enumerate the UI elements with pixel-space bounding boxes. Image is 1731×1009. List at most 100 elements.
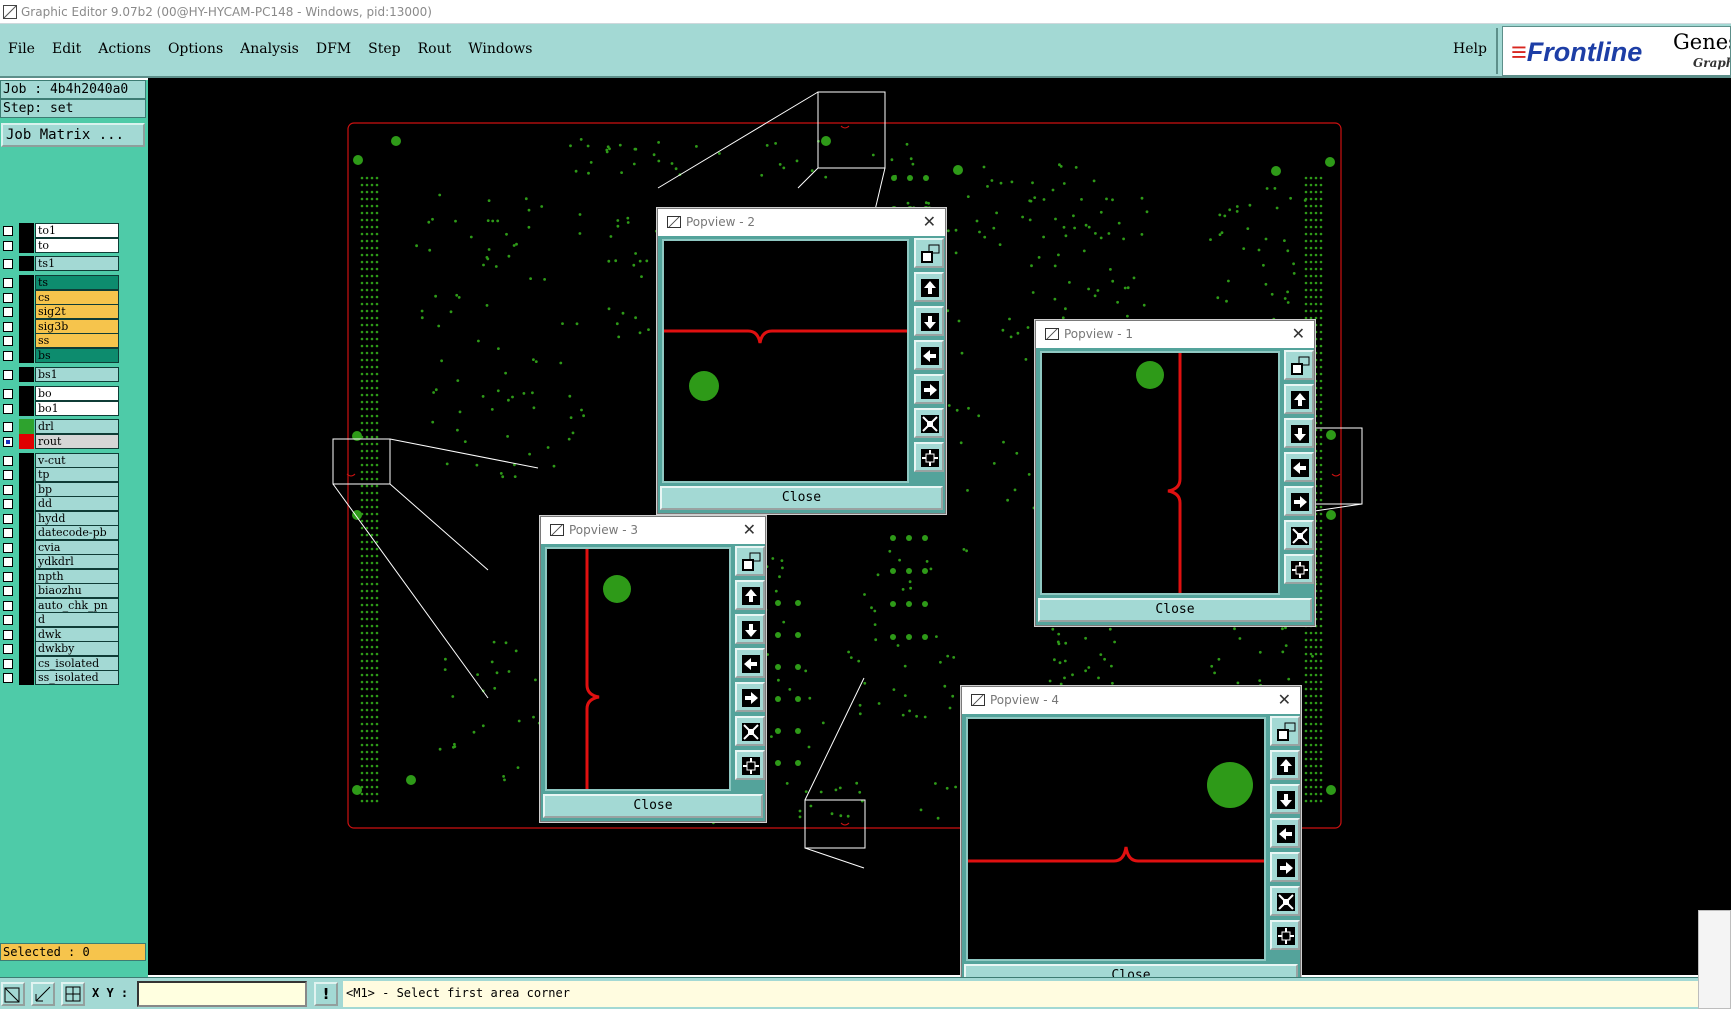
layer-color-swatch[interactable] [19, 333, 34, 348]
popview-2-titlebar[interactable]: Popview - 2 ✕ [658, 209, 945, 236]
layer-checkbox[interactable] [3, 404, 13, 414]
menu-windows[interactable]: Windows [468, 41, 532, 57]
layer-checkbox[interactable] [3, 422, 13, 432]
menu-actions[interactable]: Actions [98, 41, 151, 57]
layer-checkbox[interactable] [3, 259, 13, 269]
layer-color-swatch[interactable] [19, 275, 34, 290]
zoom-fit-button[interactable] [914, 238, 944, 268]
arrow-right-button[interactable] [735, 682, 765, 712]
layer-row-bp[interactable]: bp [1, 482, 119, 497]
layer-name[interactable]: hydd [35, 511, 119, 526]
layer-checkbox[interactable] [3, 514, 13, 524]
menu-help[interactable]: Help [1453, 41, 1487, 57]
layer-name[interactable]: datecode-pb [35, 525, 119, 540]
layer-name[interactable]: bs1 [35, 367, 119, 382]
layer-color-swatch[interactable] [19, 419, 34, 434]
layer-checkbox[interactable] [3, 351, 13, 361]
arrow-up-button[interactable] [1270, 750, 1300, 780]
zoom-in-button[interactable] [1270, 886, 1300, 916]
layer-row-npth[interactable]: npth [1, 569, 119, 584]
layer-name[interactable]: to1 [35, 223, 119, 238]
measure-button[interactable] [31, 982, 55, 1006]
arrow-up-button[interactable] [1284, 384, 1314, 414]
close-icon[interactable]: ✕ [1278, 690, 1291, 709]
layer-row-dd[interactable]: dd [1, 496, 119, 511]
menu-dfm[interactable]: DFM [316, 41, 351, 57]
layer-row-to[interactable]: to [1, 238, 119, 253]
layer-color-swatch[interactable] [19, 554, 34, 569]
layer-name[interactable]: drl [35, 419, 119, 434]
layer-color-swatch[interactable] [19, 290, 34, 305]
layer-row-auto_chk_pn[interactable]: auto_chk_pn [1, 598, 119, 613]
layer-checkbox[interactable] [3, 278, 13, 288]
layer-row-ss[interactable]: ss [1, 333, 119, 348]
layer-checkbox[interactable] [3, 601, 13, 611]
layer-name[interactable]: dwk [35, 627, 119, 642]
arrow-left-button[interactable] [1270, 818, 1300, 848]
layer-color-swatch[interactable] [19, 598, 34, 613]
zoom-out-button[interactable] [1284, 554, 1314, 584]
popview-3-close-button[interactable]: Close [543, 794, 763, 818]
layer-checkbox[interactable] [3, 630, 13, 640]
layer-row-bs[interactable]: bs [1, 348, 119, 363]
layer-checkbox[interactable] [3, 572, 13, 582]
layer-color-swatch[interactable] [19, 319, 34, 334]
layer-row-dwkby[interactable]: dwkby [1, 641, 119, 656]
arrow-right-button[interactable] [914, 374, 944, 404]
layer-name[interactable]: ts [35, 275, 119, 290]
layer-row-ydkdrl[interactable]: ydkdrl [1, 554, 119, 569]
layer-name[interactable]: dd [35, 496, 119, 511]
arrow-down-button[interactable] [1284, 418, 1314, 448]
layer-color-swatch[interactable] [19, 367, 34, 382]
layer-checkbox[interactable] [3, 485, 13, 495]
menu-step[interactable]: Step [368, 41, 400, 57]
layer-row-dwk[interactable]: dwk [1, 627, 119, 642]
layer-name[interactable]: tp [35, 467, 119, 482]
layer-checkbox[interactable] [3, 644, 13, 654]
popview-1-view[interactable] [1040, 351, 1280, 595]
layer-name[interactable]: ydkdrl [35, 554, 119, 569]
layer-checkbox[interactable] [3, 499, 13, 509]
grid-button[interactable] [61, 982, 85, 1006]
layer-row-bo1[interactable]: bo1 [1, 401, 119, 416]
layer-checkbox[interactable] [3, 528, 13, 538]
popview-2-close-button[interactable]: Close [660, 486, 943, 510]
layer-checkbox[interactable] [3, 293, 13, 303]
popview-3-window[interactable]: Popview - 3 ✕ Close [540, 516, 766, 822]
layer-row-ss_isolated[interactable]: ss_isolated [1, 670, 119, 685]
layer-color-swatch[interactable] [19, 627, 34, 642]
warning-button[interactable]: ! [314, 982, 338, 1006]
arrow-down-button[interactable] [735, 614, 765, 644]
arrow-down-button[interactable] [914, 306, 944, 336]
layer-name[interactable]: bp [35, 482, 119, 497]
popview-4-titlebar[interactable]: Popview - 4 ✕ [962, 687, 1300, 714]
layer-row-bs1[interactable]: bs1 [1, 367, 119, 382]
layer-row-biaozhu[interactable]: biaozhu [1, 583, 119, 598]
job-matrix-button[interactable]: Job Matrix ... [1, 123, 145, 147]
layer-color-swatch[interactable] [19, 656, 34, 671]
layer-row-cs[interactable]: cs [1, 290, 119, 305]
layer-color-swatch[interactable] [19, 612, 34, 627]
layer-checkbox[interactable] [3, 370, 13, 380]
layer-row-bo[interactable]: bo [1, 386, 119, 401]
layer-color-swatch[interactable] [19, 348, 34, 363]
layer-row-sig3b[interactable]: sig3b [1, 319, 119, 334]
layer-name[interactable]: v-cut [35, 453, 119, 468]
layer-name[interactable]: biaozhu [35, 583, 119, 598]
layer-checkbox[interactable] [3, 336, 13, 346]
popview-1-titlebar[interactable]: Popview - 1 ✕ [1036, 321, 1314, 348]
layer-row-hydd[interactable]: hydd [1, 511, 119, 526]
layer-checkbox[interactable] [3, 659, 13, 669]
layer-name[interactable]: auto_chk_pn [35, 598, 119, 613]
layer-checkbox[interactable] [3, 615, 13, 625]
layer-name[interactable]: ss_isolated [35, 670, 119, 685]
side-widget[interactable] [1698, 910, 1731, 1009]
layer-color-swatch[interactable] [19, 467, 34, 482]
zoom-area-button[interactable] [1, 982, 25, 1006]
layer-checkbox[interactable] [3, 389, 13, 399]
zoom-in-button[interactable] [1284, 520, 1314, 550]
xy-input[interactable] [137, 981, 307, 1007]
layer-name[interactable]: bs [35, 348, 119, 363]
popview-1-close-button[interactable]: Close [1038, 598, 1312, 622]
zoom-in-button[interactable] [735, 716, 765, 746]
